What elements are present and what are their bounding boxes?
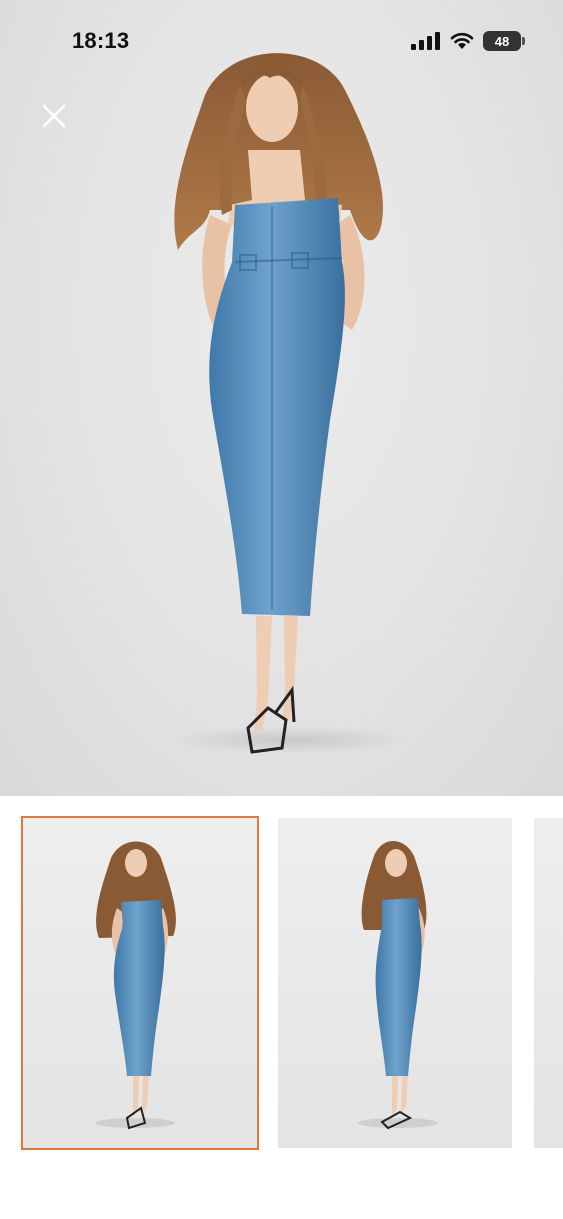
- status-time: 18:13: [72, 28, 130, 53]
- thumbnail-2[interactable]: [278, 818, 512, 1148]
- thumbnail-model-illustration: [358, 841, 438, 1130]
- battery-level: 48: [494, 33, 510, 49]
- thumbnail-3[interactable]: [534, 818, 563, 1148]
- thumbnail-model-illustration: [95, 841, 176, 1130]
- model-illustration: [170, 53, 410, 754]
- battery-icon: 48: [483, 31, 525, 51]
- wifi-icon: [450, 32, 474, 49]
- close-button[interactable]: [36, 98, 72, 134]
- main-product-image[interactable]: 18:13 48: [0, 0, 563, 796]
- status-bar: 18:13 48: [0, 0, 563, 84]
- product-image-viewer: 18:13 48: [0, 0, 563, 1219]
- close-icon: [42, 104, 66, 128]
- thumbnail-1[interactable]: [21, 816, 259, 1150]
- cellular-signal-icon: [411, 32, 440, 50]
- thumbnail-strip[interactable]: [0, 816, 563, 1152]
- status-icons: 48: [411, 31, 525, 51]
